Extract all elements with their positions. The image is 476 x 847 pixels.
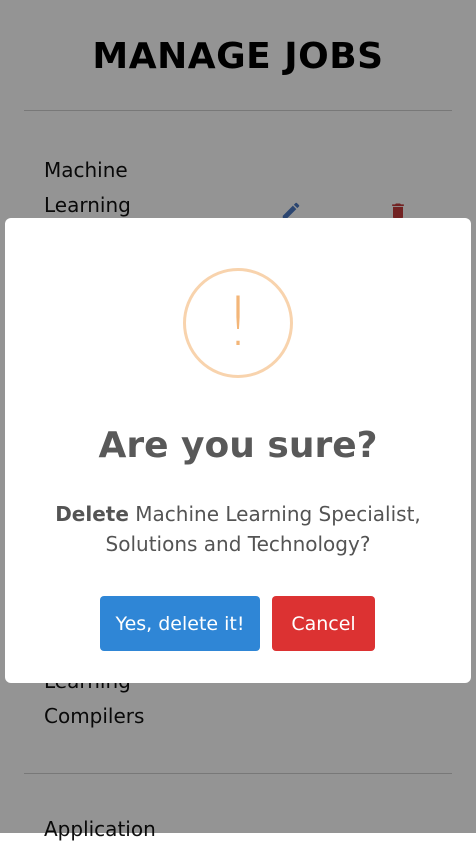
confirm-delete-button[interactable]: Yes, delete it! [100, 596, 260, 651]
dialog-message: Delete Machine Learning Specialist, Solu… [45, 499, 431, 559]
dialog-message-action: Delete [55, 502, 129, 526]
dialog-message-target: Machine Learning Specialist, Solutions a… [105, 502, 421, 556]
confirm-delete-dialog: ! Are you sure? Delete Machine Learning … [5, 218, 471, 683]
dialog-title: Are you sure? [98, 425, 378, 466]
warning-exclamation-icon: ! [183, 268, 293, 378]
cancel-button[interactable]: Cancel [272, 596, 375, 651]
warning-mark: ! [224, 283, 252, 362]
